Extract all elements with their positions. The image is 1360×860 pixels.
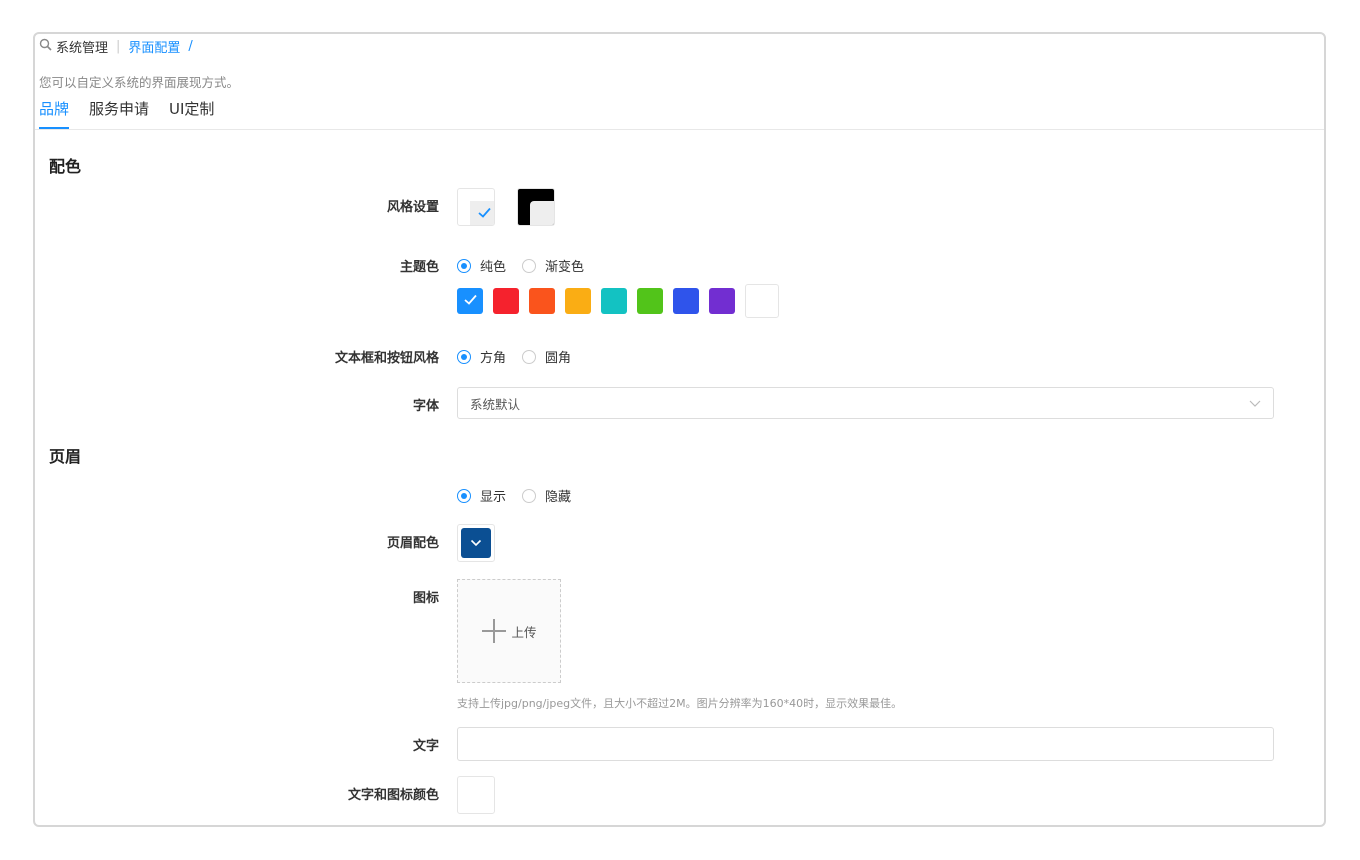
tab-ui-custom[interactable]: UI定制 xyxy=(169,98,214,129)
header-color-label: 页眉配色 xyxy=(386,536,439,551)
theme-color-label: 主题色 xyxy=(399,260,439,275)
color-swatch-geekblue[interactable] xyxy=(673,288,699,314)
radio-solid[interactable]: 纯色 xyxy=(457,256,506,275)
breadcrumb-separator: / xyxy=(188,39,193,54)
radio-gradient[interactable]: 渐变色 xyxy=(522,256,584,275)
font-select-value: 系统默认 xyxy=(470,396,521,412)
radio-solid-dot xyxy=(457,258,471,273)
color-swatch-blue[interactable] xyxy=(457,288,483,314)
chevron-down-icon xyxy=(1249,396,1261,411)
color-swatch-cyan[interactable] xyxy=(601,288,627,314)
breadcrumb-divider: | xyxy=(116,39,121,54)
color-swatch-green[interactable] xyxy=(637,288,663,314)
style-label: 风格设置 xyxy=(386,200,439,215)
section-title-color: 配色 xyxy=(49,157,82,176)
radio-show[interactable]: 显示 xyxy=(457,486,506,505)
radio-show-dot xyxy=(457,488,471,503)
chevron-down-icon xyxy=(470,536,482,551)
text-icon-color-picker[interactable] xyxy=(457,776,495,814)
section-title-header: 页眉 xyxy=(49,447,82,466)
color-swatch-purple[interactable] xyxy=(709,288,735,314)
tab-brand[interactable]: 品牌 xyxy=(39,98,70,129)
input-style-label: 文本框和按钮风格 xyxy=(334,351,439,366)
config-panel: 系统管理 | 界面配置 / 您可以自定义系统的界面展现方式。 品牌 服务申请 U… xyxy=(33,32,1326,827)
page-description: 您可以自定义系统的界面展现方式。 xyxy=(39,75,240,90)
radio-show-label: 显示 xyxy=(480,490,507,505)
theme-color-mode: 纯色 渐变色 xyxy=(457,256,600,275)
radio-round-label: 圆角 xyxy=(545,351,572,366)
breadcrumb: 系统管理 | 界面配置 / xyxy=(39,37,193,56)
breadcrumb-root[interactable]: 系统管理 xyxy=(56,37,108,56)
radio-hide[interactable]: 隐藏 xyxy=(522,486,571,505)
radio-hide-label: 隐藏 xyxy=(545,490,572,505)
color-swatch-gold[interactable] xyxy=(565,288,591,314)
style-option-dark[interactable] xyxy=(517,188,555,226)
radio-square-dot xyxy=(457,349,471,364)
plus-icon xyxy=(481,618,507,644)
theme-color-swatches xyxy=(457,284,789,318)
tab-bar: 品牌 服务申请 UI定制 xyxy=(39,98,234,129)
check-icon xyxy=(478,207,491,222)
breadcrumb-current[interactable]: 界面配置 xyxy=(128,37,180,56)
text-label: 文字 xyxy=(412,739,439,754)
tab-divider xyxy=(35,129,1324,130)
icon-label: 图标 xyxy=(412,591,439,606)
style-option-light[interactable] xyxy=(457,188,495,226)
radio-gradient-dot xyxy=(522,258,537,273)
radio-round-dot xyxy=(522,349,537,364)
color-swatch-orange[interactable] xyxy=(529,288,555,314)
check-icon xyxy=(463,294,477,309)
icon-upload[interactable]: 上传 xyxy=(457,579,561,683)
font-label: 字体 xyxy=(412,399,439,414)
search-icon xyxy=(39,38,52,55)
color-swatch-red[interactable] xyxy=(493,288,519,314)
header-color-fill xyxy=(461,528,491,558)
custom-color-picker[interactable] xyxy=(745,284,779,318)
header-visibility: 显示 隐藏 xyxy=(457,486,587,505)
input-style-options: 方角 圆角 xyxy=(457,347,587,366)
upload-hint: 支持上传jpg/png/jpeg文件，且大小不超过2M。图片分辨率为160*40… xyxy=(457,697,903,710)
tab-service-request[interactable]: 服务申请 xyxy=(89,98,149,129)
radio-square[interactable]: 方角 xyxy=(457,347,506,366)
upload-label: 上传 xyxy=(511,624,537,640)
radio-gradient-label: 渐变色 xyxy=(545,260,585,275)
header-color-picker[interactable] xyxy=(457,524,495,562)
radio-square-label: 方角 xyxy=(480,351,507,366)
header-text-input[interactable] xyxy=(457,727,1274,761)
font-select[interactable]: 系统默认 xyxy=(457,387,1274,419)
text-icon-color-label: 文字和图标颜色 xyxy=(347,788,439,803)
radio-hide-dot xyxy=(522,488,537,503)
radio-solid-label: 纯色 xyxy=(480,260,507,275)
radio-round[interactable]: 圆角 xyxy=(522,347,571,366)
